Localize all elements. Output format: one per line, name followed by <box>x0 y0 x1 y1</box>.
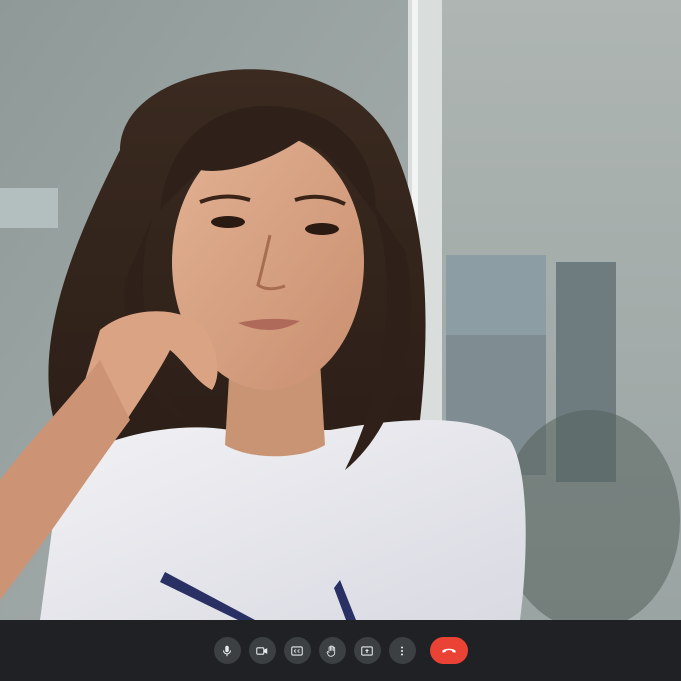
raise-hand-button[interactable] <box>318 637 346 664</box>
more-options-icon <box>400 645 404 656</box>
camera-button[interactable] <box>248 637 276 664</box>
captions-button[interactable] <box>283 637 311 664</box>
video-frame <box>0 0 681 620</box>
microphone-button[interactable] <box>213 637 241 664</box>
present-screen-icon <box>361 645 373 656</box>
hang-up-icon <box>441 648 456 653</box>
closed-captions-icon <box>291 645 303 656</box>
eye-right <box>305 223 339 235</box>
more-options-button[interactable] <box>388 637 416 664</box>
reflected-sky <box>446 255 546 335</box>
eye-left <box>211 216 245 228</box>
reflected-plant <box>500 410 680 620</box>
raise-hand-icon <box>326 644 336 657</box>
video-call-window <box>0 0 681 681</box>
present-screen-button[interactable] <box>353 637 381 664</box>
end-call-button[interactable] <box>429 637 468 664</box>
microphone-icon <box>222 645 232 656</box>
video-camera-icon <box>256 646 268 655</box>
window-reflection-left <box>0 188 58 228</box>
call-controls-bar <box>0 620 681 681</box>
participant-video-feed <box>0 0 681 620</box>
